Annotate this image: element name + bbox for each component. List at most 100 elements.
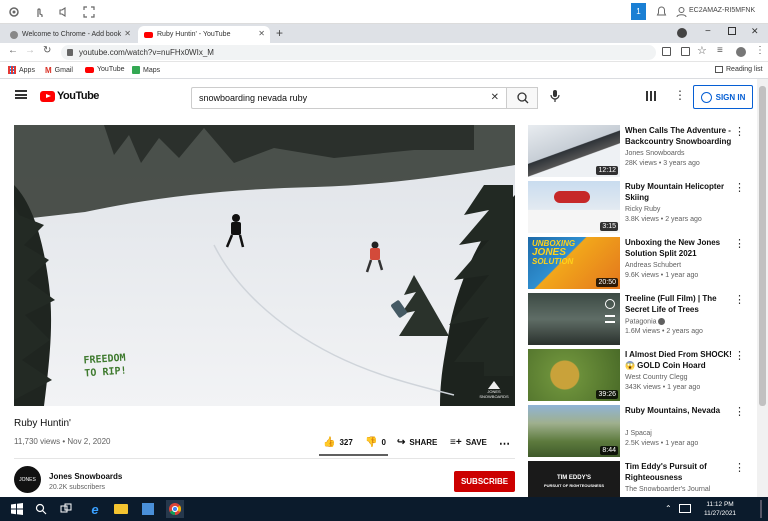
bookmark-apps[interactable]: Apps	[8, 66, 35, 74]
tab-strip: Welcome to Chrome - Add book ✕ Ruby Hunt…	[0, 24, 768, 43]
more-options-icon[interactable]: ⋮	[734, 293, 745, 306]
forward-icon[interactable]: →	[25, 45, 35, 56]
notification-icon[interactable]	[653, 4, 669, 20]
video-thumbnail[interactable]: 8:44	[528, 405, 620, 457]
channel-name[interactable]: Jones Snowboards	[49, 472, 122, 481]
minimize-icon[interactable]: −	[705, 26, 711, 37]
chrome-taskbar-icon[interactable]	[166, 500, 184, 518]
gmail-icon: M	[45, 66, 52, 75]
search-button[interactable]	[506, 87, 538, 109]
windows-taskbar: e ⌃	[0, 497, 768, 521]
video-thumbnail[interactable]: UNBOXING JONES SOLUTION 20:50	[528, 237, 620, 289]
sign-in-button[interactable]: SIGN IN	[693, 85, 753, 109]
hamburger-menu-icon[interactable]	[15, 90, 27, 99]
more-options-icon[interactable]: ⋮	[734, 237, 745, 250]
close-window-icon[interactable]: ✕	[751, 26, 759, 37]
share-button[interactable]: ↪ SHARE	[397, 437, 437, 448]
url-input[interactable]: youtube.com/watch?v=nuFHx0WIx_M	[61, 45, 656, 60]
show-desktop-button[interactable]	[760, 500, 762, 518]
recommendation-item[interactable]: TIM EDDY'S PURSUIT OF RIGHTEOUSNESS Tim …	[528, 461, 753, 497]
search-input[interactable]: snowboarding nevada ruby ✕	[191, 87, 507, 109]
subscriber-count: 20.2K subscribers	[49, 484, 106, 491]
recommendation-item[interactable]: Treeline (Full Film) | The Secret Life o…	[528, 293, 753, 345]
install-icon[interactable]	[662, 47, 671, 56]
bookmark-youtube[interactable]: YouTube	[85, 66, 125, 73]
avatar-icon[interactable]	[736, 47, 746, 57]
more-options-icon[interactable]: ⋮	[734, 349, 745, 362]
remote-desktop-toolbar: 1 EC2AMAZ-RI5MFNK	[0, 0, 768, 24]
speaker-icon[interactable]	[56, 4, 72, 20]
taskbar-clock[interactable]: 11:12 PM 11/27/2021	[704, 500, 736, 518]
subscribe-button[interactable]: SUBSCRIBE	[454, 471, 515, 492]
page-scrollbar[interactable]	[757, 79, 768, 497]
recommendation-item[interactable]: 39:26 I Almost Died From SHOCK! 😱 GOLD C…	[528, 349, 753, 401]
recommendation-item[interactable]: 12:12 When Calls The Adventure - Backcou…	[528, 125, 753, 177]
server-manager-icon[interactable]	[139, 500, 157, 518]
save-button[interactable]: ≡+ SAVE	[450, 437, 487, 448]
dislike-button[interactable]: 👎 0	[365, 437, 386, 448]
verified-icon	[658, 318, 666, 325]
scrollbar-thumb[interactable]	[759, 86, 766, 406]
helicopter-shape	[554, 191, 590, 203]
like-ratio-fill	[319, 454, 388, 456]
clear-search-icon[interactable]: ✕	[491, 88, 499, 108]
recommendation-item[interactable]: 8:44 Ruby Mountains, Nevada J Spacaj 2.5…	[528, 405, 753, 457]
reading-list[interactable]: Reading list	[715, 66, 763, 73]
like-button[interactable]: 👍 327	[323, 437, 353, 448]
new-tab-button[interactable]: +	[276, 26, 283, 40]
video-title: Ruby Huntin'	[14, 418, 71, 429]
bookmarks-bar: Apps M Gmail YouTube Maps Reading list	[0, 62, 768, 79]
recommendation-item[interactable]: UNBOXING JONES SOLUTION 20:50 Unboxing t…	[528, 237, 753, 289]
settings-menu-icon[interactable]: ⋮	[674, 88, 686, 102]
youtube-header: YouTube snowboarding nevada ruby ✕ ⋮ SIG…	[0, 79, 768, 114]
video-thumbnail[interactable]: 3:15	[528, 181, 620, 233]
youtube-icon	[85, 66, 94, 73]
fullscreen-icon[interactable]	[81, 4, 97, 20]
internet-explorer-icon[interactable]: e	[86, 500, 104, 518]
file-explorer-icon[interactable]	[112, 500, 130, 518]
close-tab-icon[interactable]: ✕	[258, 29, 265, 38]
restore-icon[interactable]	[728, 27, 736, 35]
session-counter-badge[interactable]: 1	[631, 3, 646, 20]
more-actions-icon[interactable]: ⋯	[499, 437, 510, 450]
microphone-icon[interactable]	[550, 89, 560, 108]
windows-start-icon[interactable]	[8, 500, 26, 518]
kebab-menu-icon[interactable]: ⋮	[755, 45, 765, 56]
jones-mountain-icon	[488, 381, 500, 389]
close-tab-icon[interactable]: ✕	[124, 29, 131, 38]
share-page-icon[interactable]	[681, 47, 690, 56]
recommendation-item[interactable]: 3:15 Ruby Mountain Helicopter Skiing Ric…	[528, 181, 753, 233]
tab-title: Welcome to Chrome - Add book	[22, 31, 122, 38]
video-thumbnail[interactable]: 39:26	[528, 349, 620, 401]
tab-youtube[interactable]: Ruby Huntin' - YouTube ✕	[138, 26, 270, 43]
video-overlay-text: FREEDOM TO RIP!	[83, 352, 127, 380]
apps-grid-icon[interactable]	[646, 91, 656, 101]
bookmark-gmail[interactable]: M Gmail	[45, 66, 73, 75]
youtube-logo[interactable]: YouTube	[40, 90, 99, 102]
more-options-icon[interactable]: ⋮	[734, 181, 745, 194]
video-player[interactable]: FREEDOM TO RIP! JONES SNOWBOARDS	[14, 125, 515, 406]
user-icon	[673, 4, 689, 20]
bookmark-maps[interactable]: Maps	[132, 66, 160, 74]
back-icon[interactable]: ←	[8, 45, 18, 56]
task-view-icon[interactable]	[57, 500, 75, 518]
star-icon[interactable]: ☆	[697, 44, 707, 57]
hostname-label: EC2AMAZ-RI5MFNK	[689, 7, 756, 14]
video-thumbnail[interactable]: 12:12	[528, 125, 620, 177]
tab-welcome[interactable]: Welcome to Chrome - Add book ✕	[4, 26, 136, 43]
settings-icon[interactable]	[6, 4, 22, 20]
search-icon[interactable]	[32, 500, 50, 518]
reload-icon[interactable]: ↻	[43, 45, 51, 56]
channel-avatar[interactable]: JONES	[14, 466, 41, 493]
touch-icon[interactable]	[31, 4, 47, 20]
video-thumbnail[interactable]: TIM EDDY'S PURSUIT OF RIGHTEOUSNESS	[528, 461, 620, 497]
profile-menu-icon[interactable]	[677, 28, 687, 38]
tray-expand-icon[interactable]: ⌃	[665, 504, 672, 513]
more-options-icon[interactable]: ⋮	[734, 405, 745, 418]
more-options-icon[interactable]: ⋮	[734, 461, 745, 474]
video-thumbnail[interactable]	[528, 293, 620, 345]
network-icon[interactable]	[679, 504, 691, 513]
media-controls-icon[interactable]: ≡	[717, 45, 723, 56]
like-ratio-bar	[319, 454, 388, 456]
more-options-icon[interactable]: ⋮	[734, 125, 745, 138]
